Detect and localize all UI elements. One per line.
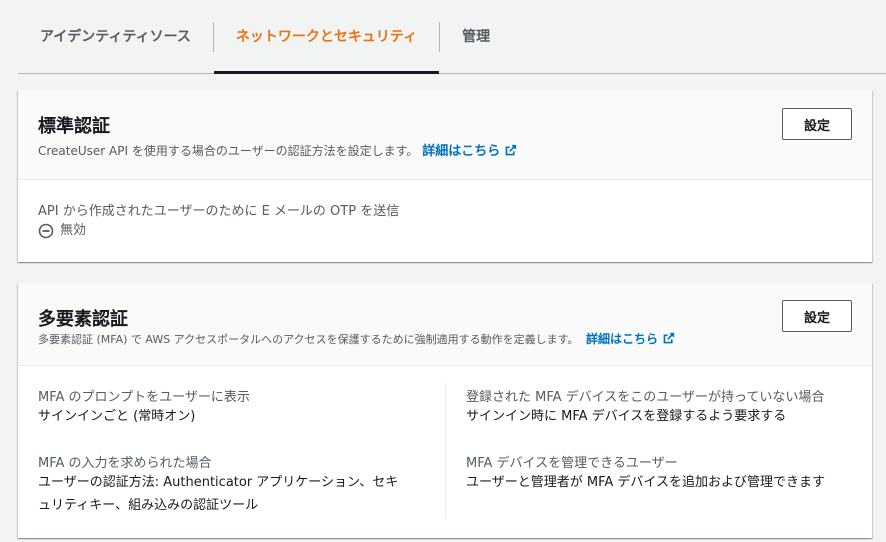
mfa-panel: 多要素認証 多要素認証 (MFA) で AWS アクセスポータルへのアクセスを保…	[18, 283, 872, 538]
mfa-learn-more-text: 詳細はこちら	[585, 332, 658, 346]
mfa-no-device-label: 登録された MFA デバイスをこのユーザーが持っていない場合	[466, 390, 825, 405]
standard-auth-learn-more-text: 詳細はこちら	[422, 144, 501, 159]
mfa-prompt-value: サインインごと (常時オン)	[38, 409, 196, 424]
mfa-description: 多要素認証 (MFA) で AWS アクセスポータルへのアクセスを保護するために…	[38, 330, 675, 347]
column-divider	[445, 383, 446, 518]
tab-management[interactable]: 管理	[440, 0, 512, 73]
otp-status-text: 無効	[60, 223, 87, 238]
mfa-header: 多要素認証 多要素認証 (MFA) で AWS アクセスポータルへのアクセスを保…	[18, 283, 872, 366]
mfa-title: 多要素認証	[38, 309, 128, 330]
tab-bar: アイデンティティソース ネットワークとセキュリティ 管理	[18, 0, 886, 74]
mfa-manage-label: MFA デバイスを管理できるユーザー	[466, 456, 678, 471]
tab-identity-source[interactable]: アイデンティティソース	[18, 0, 213, 73]
disabled-icon	[38, 223, 54, 239]
mfa-input-value-line2: ュリティキー、組み込みの認証ツール	[38, 498, 259, 513]
mfa-settings-button[interactable]: 設定	[782, 300, 852, 332]
standard-auth-description-text: CreateUser API を使用する場合のユーザーの認証方法を設定します。	[38, 144, 419, 158]
standard-auth-settings-button[interactable]: 設定	[782, 108, 852, 140]
mfa-input-label: MFA の入力を求められた場合	[38, 456, 212, 471]
mfa-learn-more-link[interactable]: 詳細はこちら	[586, 332, 675, 346]
mfa-prompt-label: MFA のプロンプトをユーザーに表示	[38, 390, 250, 405]
standard-auth-header: 標準認証 CreateUser API を使用する場合のユーザーの認証方法を設定…	[18, 90, 872, 180]
external-link-icon	[505, 144, 517, 156]
tab-network-security[interactable]: ネットワークとセキュリティ	[213, 0, 440, 74]
standard-auth-description: CreateUser API を使用する場合のユーザーの認証方法を設定します。 …	[38, 140, 517, 159]
standard-auth-panel: 標準認証 CreateUser API を使用する場合のユーザーの認証方法を設定…	[18, 90, 872, 262]
standard-auth-title: 標準認証	[38, 116, 110, 137]
mfa-input-value-line1: ユーザーの認証方法: Authenticator アプリケーション、セキ	[38, 475, 399, 490]
mfa-no-device-value: サインイン時に MFA デバイスを登録するよう要求する	[466, 409, 787, 424]
external-link-icon	[663, 332, 675, 344]
standard-auth-learn-more-link[interactable]: 詳細はこちら	[422, 144, 517, 159]
mfa-manage-value: ユーザーと管理者が MFA デバイスを追加および管理できます	[466, 475, 826, 490]
otp-status: 無効	[38, 219, 86, 243]
otp-label: API から作成されたユーザーのために E メールの OTP を送信	[38, 204, 400, 219]
mfa-description-text: 多要素認証 (MFA) で AWS アクセスポータルへのアクセスを保護するために…	[38, 333, 579, 346]
